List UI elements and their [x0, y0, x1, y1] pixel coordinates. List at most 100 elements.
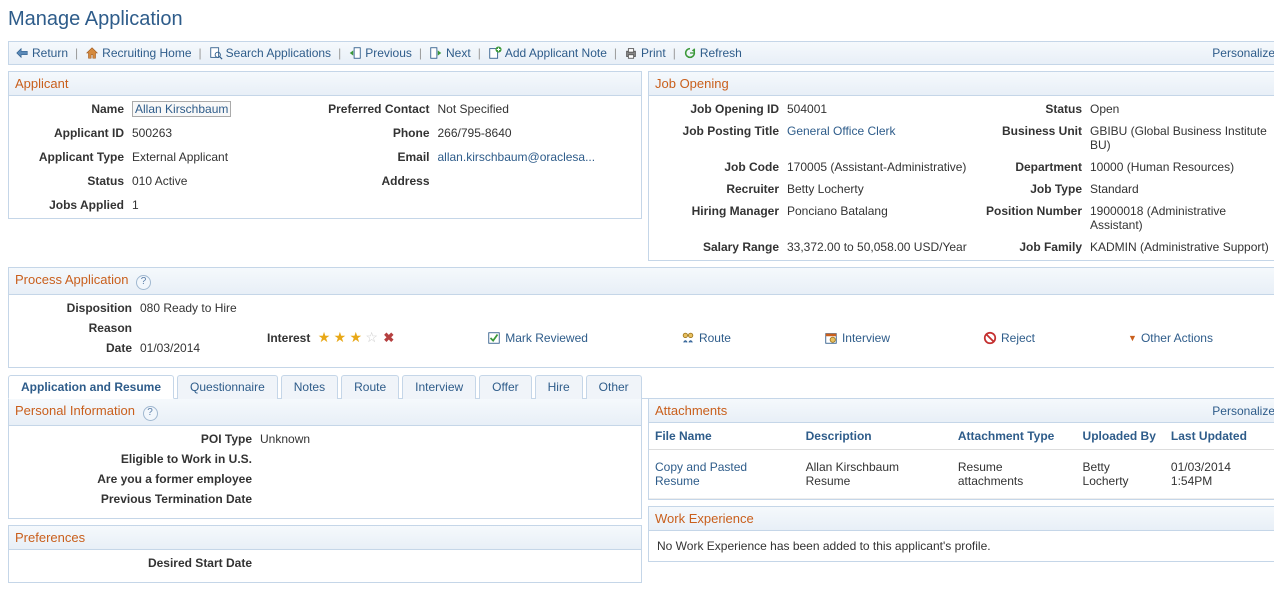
tab-notes[interactable]: Notes: [281, 375, 338, 399]
reject-button[interactable]: Reject: [983, 331, 1035, 345]
applicant-type-value: External Applicant: [132, 150, 328, 164]
print-icon: [624, 46, 638, 60]
attachment-uploaded-by: Betty Locherty: [1077, 450, 1165, 499]
tab-route[interactable]: Route: [341, 375, 399, 399]
interest-rating[interactable]: Interest ★ ★ ★ ☆ ✖: [267, 329, 394, 346]
preferences-header: Preferences: [15, 530, 85, 545]
next-button[interactable]: Next: [429, 46, 471, 60]
phone-label: Phone: [328, 126, 438, 140]
col-attachment-type[interactable]: Attachment Type: [952, 423, 1077, 450]
star-icon: ★: [318, 329, 331, 345]
interview-icon: [824, 331, 838, 345]
check-icon: [487, 331, 501, 345]
date-value: 01/03/2014: [140, 341, 267, 355]
attachments-personalize-link[interactable]: Personalize: [1212, 404, 1274, 418]
preferred-contact-value: Not Specified: [438, 102, 634, 116]
applicant-panel: Applicant Name Allan Kirschbaum Preferre…: [8, 71, 642, 219]
applicant-id-label: Applicant ID: [17, 126, 132, 140]
job-code-value: 170005 (Assistant-Administrative): [787, 160, 970, 174]
interview-button[interactable]: Interview: [824, 331, 890, 345]
col-description[interactable]: Description: [800, 423, 952, 450]
tab-offer[interactable]: Offer: [479, 375, 531, 399]
tab-application-and-resume[interactable]: Application and Resume: [8, 375, 174, 399]
attachment-last-updated: 01/03/2014 1:54PM: [1165, 450, 1274, 499]
return-icon: [15, 46, 29, 60]
refresh-button[interactable]: Refresh: [683, 46, 742, 60]
chevron-down-icon: ▼: [1128, 333, 1137, 343]
previous-button[interactable]: Previous: [348, 46, 412, 60]
jobs-applied-value: 1: [132, 198, 328, 212]
attachment-file-link[interactable]: Copy and Pasted Resume: [655, 460, 747, 488]
job-type-label: Job Type: [970, 182, 1090, 196]
job-opening-id-value: 504001: [787, 102, 970, 116]
business-unit-value: GBIBU (Global Business Institute BU): [1090, 124, 1273, 152]
poi-type-value: Unknown: [260, 432, 633, 446]
department-label: Department: [970, 160, 1090, 174]
attachments-header: Attachments: [655, 403, 727, 418]
email-link[interactable]: allan.kirschbaum@oraclesa...: [438, 150, 596, 164]
position-number-label: Position Number: [970, 204, 1090, 232]
mark-reviewed-button[interactable]: Mark Reviewed: [487, 331, 588, 345]
work-experience-header: Work Experience: [655, 511, 754, 526]
applicant-status-label: Status: [17, 174, 132, 188]
process-application-header: Process Application: [15, 272, 128, 287]
personalize-link[interactable]: Personalize: [1212, 46, 1274, 60]
add-applicant-note-button[interactable]: Add Applicant Note: [488, 46, 607, 60]
star-empty-icon: ☆: [365, 329, 378, 345]
tab-other[interactable]: Other: [586, 375, 642, 399]
phone-value: 266/795-8640: [438, 126, 634, 140]
jo-status-value: Open: [1090, 102, 1273, 116]
applicant-name-link[interactable]: Allan Kirschbaum: [132, 101, 231, 117]
preferred-contact-label: Preferred Contact: [328, 102, 438, 116]
job-posting-title-label: Job Posting Title: [657, 124, 787, 152]
search-applications-button[interactable]: Search Applications: [209, 46, 331, 60]
hiring-manager-label: Hiring Manager: [657, 204, 787, 232]
attachment-description: Allan Kirschbaum Resume: [800, 450, 952, 499]
job-opening-header: Job Opening: [655, 76, 729, 91]
action-toolbar: Return | Recruiting Home | Search Applic…: [8, 41, 1274, 65]
col-file-name[interactable]: File Name: [649, 423, 800, 450]
other-actions-button[interactable]: ▼ Other Actions: [1128, 331, 1213, 345]
next-icon: [429, 46, 443, 60]
route-button[interactable]: Route: [681, 331, 731, 345]
col-last-updated[interactable]: Last Updated: [1165, 423, 1274, 450]
add-note-icon: [488, 46, 502, 60]
home-icon: [85, 46, 99, 60]
tab-hire[interactable]: Hire: [535, 375, 583, 399]
reason-label: Reason: [17, 321, 140, 335]
tab-questionnaire[interactable]: Questionnaire: [177, 375, 278, 399]
clear-icon[interactable]: ✖: [383, 330, 394, 345]
print-button[interactable]: Print: [624, 46, 666, 60]
return-button[interactable]: Return: [15, 46, 68, 60]
process-application-panel: Process Application ? Disposition 080 Re…: [8, 267, 1274, 368]
search-icon: [209, 46, 223, 60]
recruiter-value: Betty Locherty: [787, 182, 970, 196]
job-opening-id-label: Job Opening ID: [657, 102, 787, 116]
disposition-label: Disposition: [17, 301, 140, 315]
salary-range-value: 33,372.00 to 50,058.00 USD/Year: [787, 240, 970, 254]
disposition-value: 080 Ready to Hire: [140, 301, 267, 315]
desired-start-date-label: Desired Start Date: [17, 556, 260, 570]
help-icon[interactable]: ?: [143, 406, 158, 421]
col-uploaded-by[interactable]: Uploaded By: [1077, 423, 1165, 450]
jobs-applied-label: Jobs Applied: [17, 198, 132, 212]
table-row: Copy and Pasted Resume Allan Kirschbaum …: [649, 450, 1274, 499]
previous-icon: [348, 46, 362, 60]
help-icon[interactable]: ?: [136, 275, 151, 290]
poi-type-label: POI Type: [17, 432, 260, 446]
job-family-value: KADMIN (Administrative Support): [1090, 240, 1273, 254]
termination-date-label: Previous Termination Date: [17, 492, 260, 506]
address-value: [438, 174, 634, 188]
recruiting-home-button[interactable]: Recruiting Home: [85, 46, 191, 60]
recruiter-label: Recruiter: [657, 182, 787, 196]
work-experience-empty-message: No Work Experience has been added to thi…: [649, 531, 1274, 561]
personal-information-panel: Personal Information ? POI Type Unknown …: [8, 399, 642, 519]
tab-interview[interactable]: Interview: [402, 375, 476, 399]
former-employee-label: Are you a former employee: [17, 472, 260, 486]
job-posting-title-link[interactable]: General Office Clerk: [787, 124, 896, 138]
preferences-panel: Preferences Desired Start Date: [8, 525, 642, 583]
business-unit-label: Business Unit: [970, 124, 1090, 152]
salary-range-label: Salary Range: [657, 240, 787, 254]
attachments-table: File Name Description Attachment Type Up…: [649, 423, 1274, 499]
job-code-label: Job Code: [657, 160, 787, 174]
